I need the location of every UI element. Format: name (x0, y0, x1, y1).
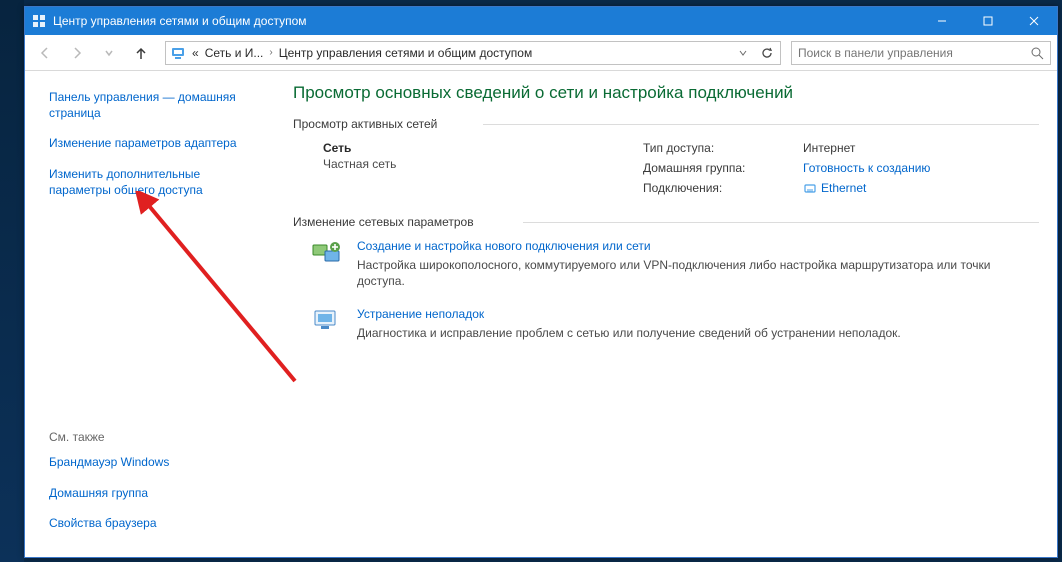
see-also-label: См. также (49, 430, 259, 444)
active-networks-label: Просмотр активных сетей (293, 117, 1039, 131)
recent-dropdown[interactable] (95, 39, 123, 67)
new-connection-link[interactable]: Создание и настройка нового подключения … (357, 239, 651, 253)
toolbar: « Сеть и И... › Центр управления сетями … (25, 35, 1057, 71)
network-block: Сеть Частная сеть Тип доступа: Интернет … (323, 141, 1039, 195)
content: Просмотр основных сведений о сети и наст… (275, 71, 1057, 557)
access-type-label: Тип доступа: (643, 141, 803, 155)
breadcrumb-root[interactable]: « (192, 46, 199, 60)
minimize-button[interactable] (919, 7, 965, 35)
troubleshoot-link[interactable]: Устранение неполадок (357, 307, 484, 321)
network-name: Сеть (323, 141, 643, 155)
breadcrumb-part2[interactable]: Центр управления сетями и общим доступом (279, 46, 533, 60)
sidebar: Панель управления — домашняя страница Из… (25, 71, 275, 557)
tasks: Создание и настройка нового подключения … (293, 239, 1039, 342)
task-new-connection: Создание и настройка нового подключения … (311, 239, 1039, 289)
back-button[interactable] (31, 39, 59, 67)
window-buttons (919, 7, 1057, 35)
close-button[interactable] (1011, 7, 1057, 35)
body: Панель управления — домашняя страница Из… (25, 71, 1057, 557)
sidebar-adapter-link[interactable]: Изменение параметров адаптера (49, 135, 259, 151)
breadcrumb-part1[interactable]: Сеть и И... (205, 46, 264, 60)
sidebar-firewall-link[interactable]: Брандмауэр Windows (49, 454, 259, 470)
connection-link[interactable]: Ethernet (821, 181, 866, 195)
network-type: Частная сеть (323, 157, 643, 171)
address-bar[interactable]: « Сеть и И... › Центр управления сетями … (165, 41, 781, 65)
troubleshoot-icon (311, 307, 343, 339)
search-input[interactable] (798, 46, 1030, 60)
up-button[interactable] (127, 39, 155, 67)
new-connection-desc: Настройка широкополосного, коммутируемог… (357, 257, 1039, 289)
access-type-value: Интернет (803, 141, 1039, 155)
network-center-icon (170, 45, 186, 61)
homegroup-link[interactable]: Готовность к созданию (803, 161, 930, 175)
window: Центр управления сетями и общим доступом… (24, 6, 1058, 558)
sidebar-advanced-link[interactable]: Изменить дополнительные параметры общего… (49, 166, 259, 198)
desktop-edge (0, 0, 24, 562)
homegroup-label: Домашняя группа: (643, 161, 803, 175)
network-identity: Сеть Частная сеть (323, 141, 643, 195)
chevron-right-icon: › (269, 47, 272, 58)
page-title: Просмотр основных сведений о сети и наст… (293, 83, 1039, 103)
network-details: Тип доступа: Интернет Домашняя группа: Г… (643, 141, 1039, 195)
window-title: Центр управления сетями и общим доступом (53, 14, 919, 28)
maximize-button[interactable] (965, 7, 1011, 35)
app-icon (31, 13, 47, 29)
task-troubleshoot: Устранение неполадок Диагностика и испра… (311, 307, 1039, 341)
change-settings-label: Изменение сетевых параметров (293, 215, 1039, 229)
troubleshoot-desc: Диагностика и исправление проблем с сеть… (357, 325, 1039, 341)
forward-button[interactable] (63, 39, 91, 67)
refresh-button[interactable] (758, 44, 776, 62)
new-connection-icon (311, 239, 343, 271)
sidebar-browser-link[interactable]: Свойства браузера (49, 515, 259, 531)
search-box[interactable] (791, 41, 1051, 65)
connections-label: Подключения: (643, 181, 803, 195)
sidebar-homegroup-link[interactable]: Домашняя группа (49, 485, 259, 501)
titlebar: Центр управления сетями и общим доступом (25, 7, 1057, 35)
sidebar-home-link[interactable]: Панель управления — домашняя страница (49, 89, 259, 121)
search-icon (1030, 46, 1044, 60)
ethernet-icon (803, 181, 817, 195)
address-dropdown-icon[interactable] (734, 44, 752, 62)
